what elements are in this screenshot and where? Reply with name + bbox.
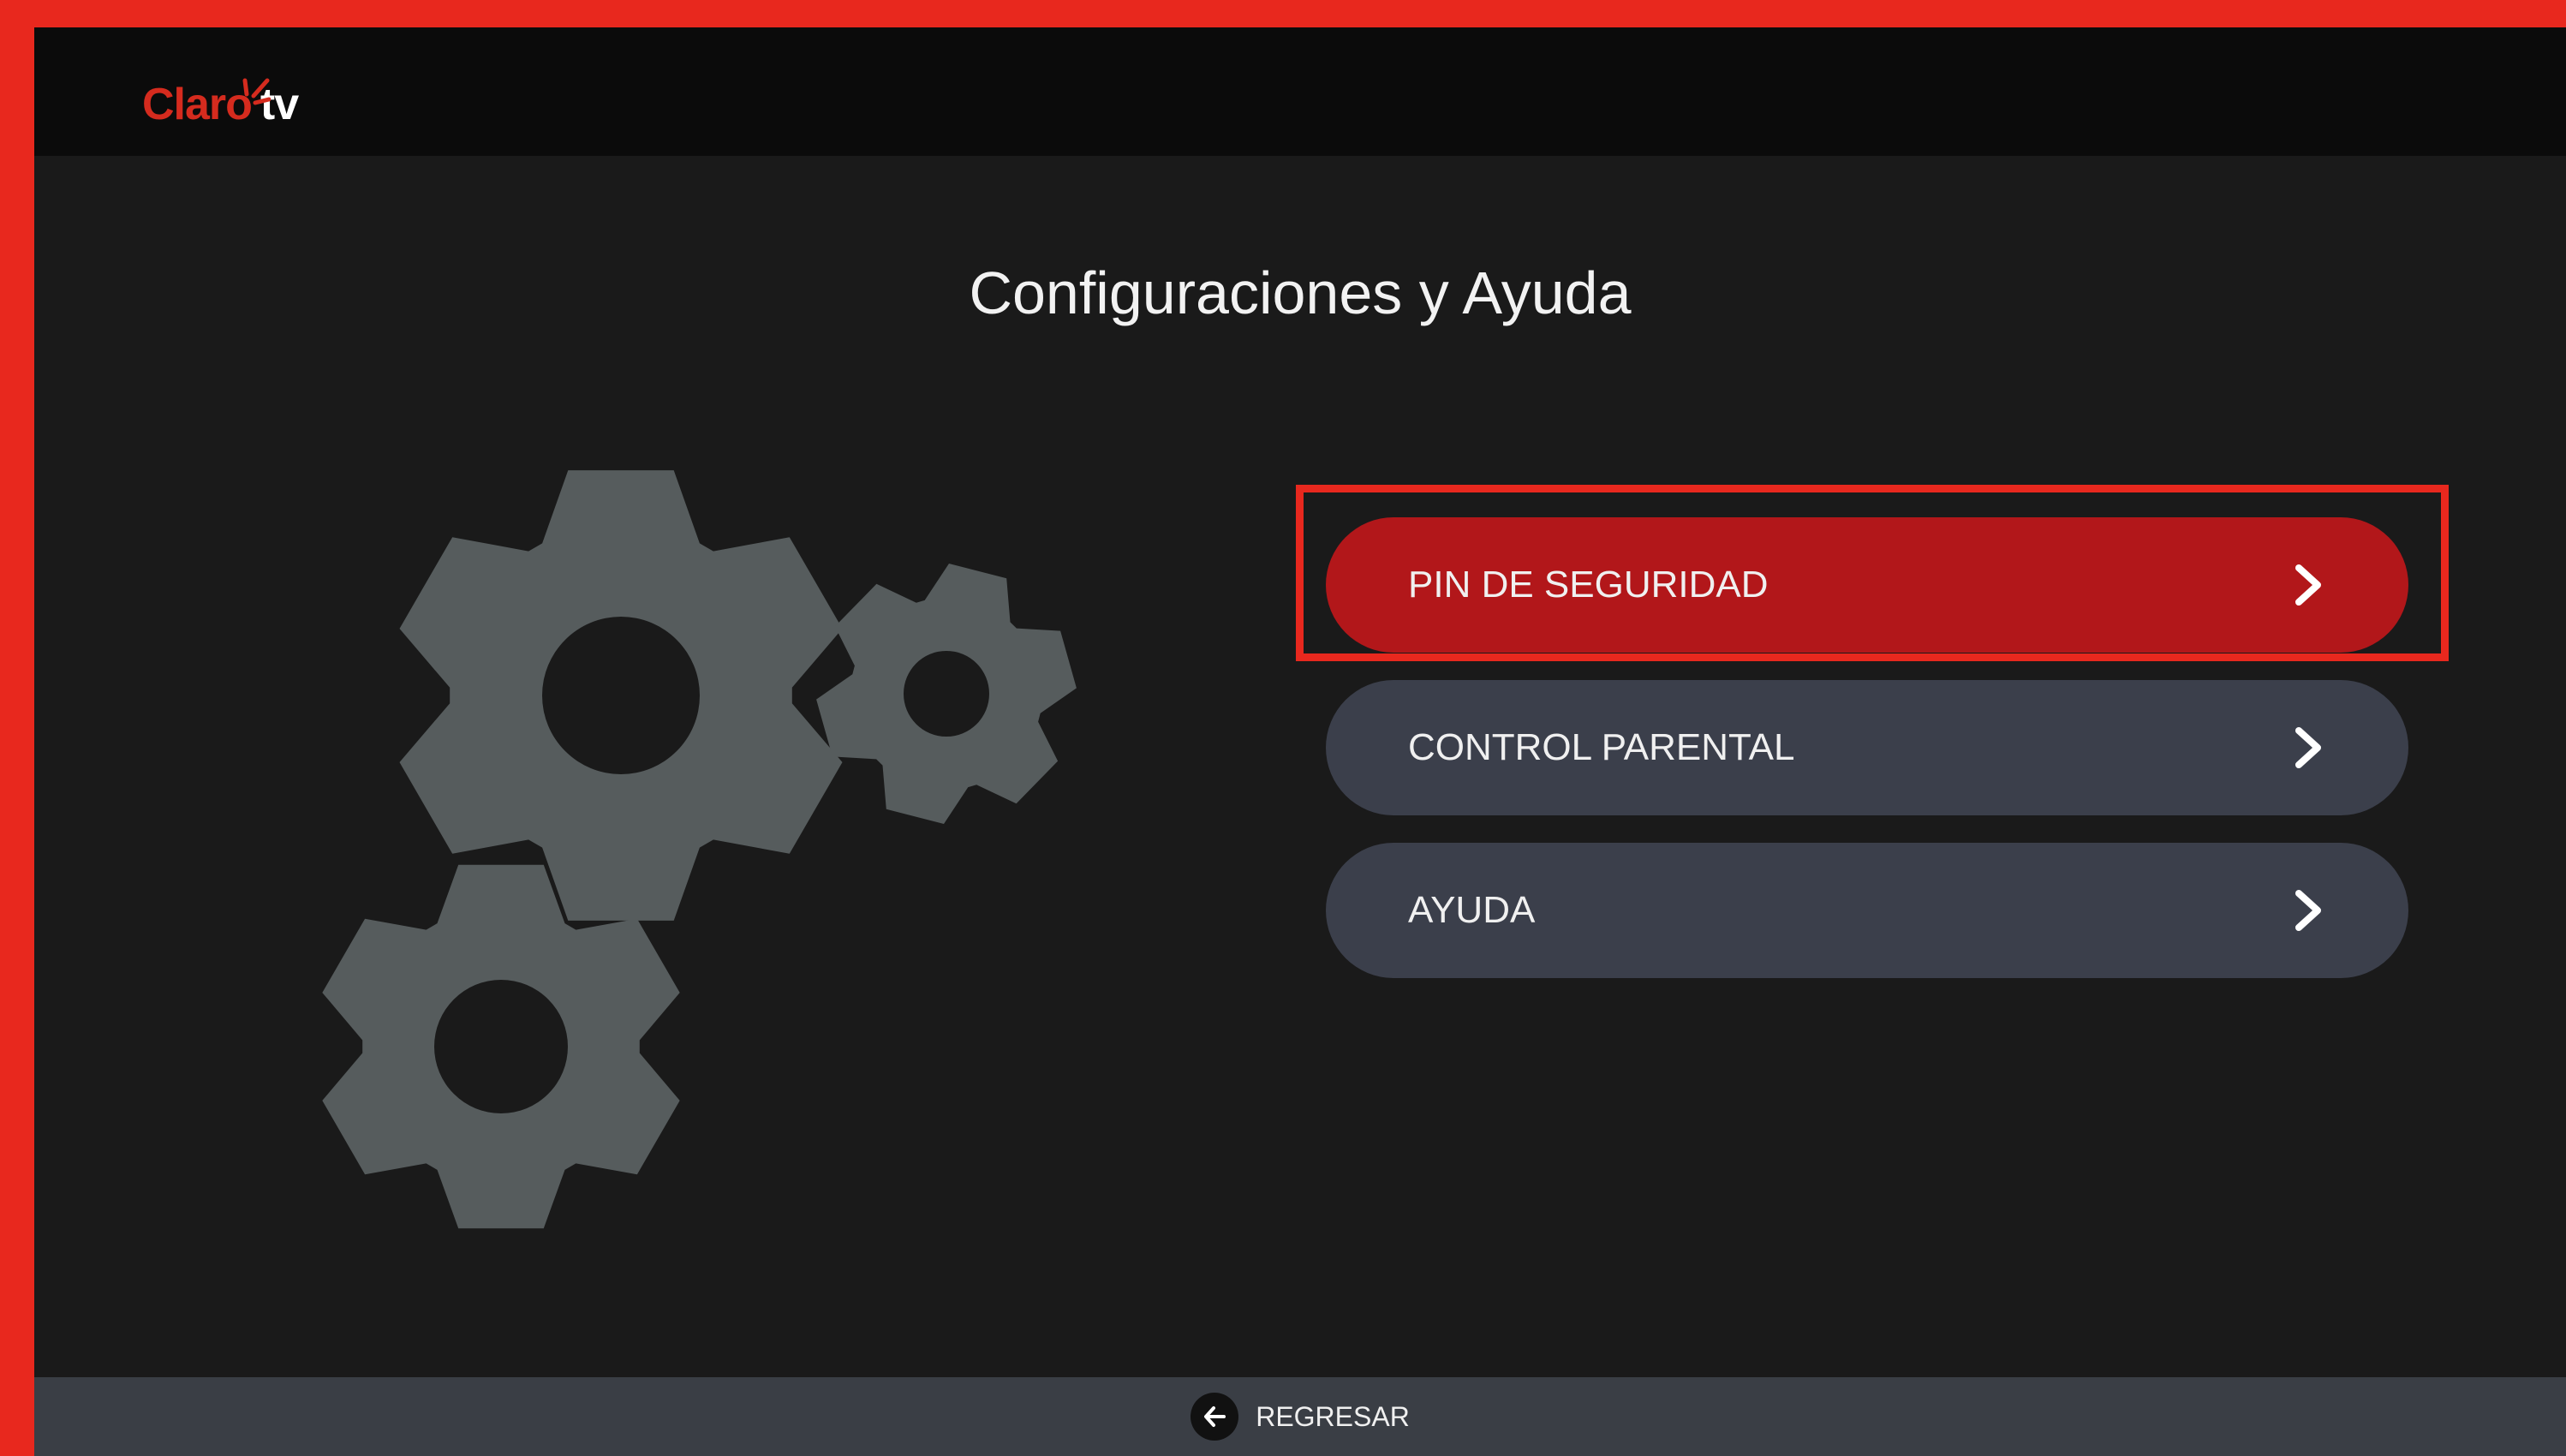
menu-item-control-parental[interactable]: CONTROL PARENTAL <box>1326 680 2408 815</box>
chevron-right-icon <box>2295 564 2321 606</box>
page-title: Configuraciones y Ayuda <box>969 260 1632 326</box>
app-frame: Claro tv Configuraciones y Ayuda PIN DE … <box>34 27 2566 1456</box>
small-gear-icon <box>816 564 1077 824</box>
back-button[interactable]: REGRESAR <box>1191 1393 1410 1441</box>
large-gear-icon <box>399 470 843 921</box>
back-label: REGRESAR <box>1256 1400 1410 1432</box>
menu-item-label: PIN DE SEGURIDAD <box>1408 564 1769 606</box>
logo-brand: Claro <box>142 78 271 130</box>
chevron-right-icon <box>2295 890 2321 931</box>
menu-item-pin-de-seguridad[interactable]: PIN DE SEGURIDAD <box>1326 517 2408 653</box>
arrow-left-icon <box>1204 1406 1226 1427</box>
claro-tv-logo: Claro tv <box>142 53 299 130</box>
logo-spark-icon <box>242 78 271 105</box>
menu-item-label: CONTROL PARENTAL <box>1408 726 1795 768</box>
back-circle <box>1191 1393 1239 1441</box>
bottom-bar: REGRESAR <box>34 1377 2566 1456</box>
chevron-right-icon <box>2295 727 2321 768</box>
menu-item-ayuda[interactable]: AYUDA <box>1326 843 2408 978</box>
gears-icon <box>322 470 1077 1229</box>
top-bar: Claro tv <box>34 27 2566 156</box>
menu-item-label: AYUDA <box>1408 889 1536 931</box>
